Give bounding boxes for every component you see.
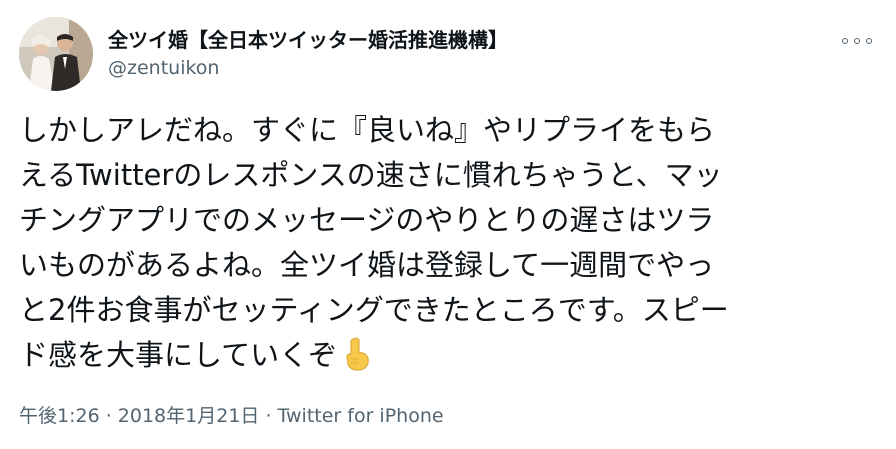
author-handle[interactable]: @zentuikon	[108, 56, 219, 80]
tweet-source[interactable]: Twitter for iPhone	[278, 405, 444, 427]
more-dot	[866, 38, 872, 44]
avatar[interactable]	[19, 17, 93, 91]
tweet-time[interactable]: 午後1:26	[19, 405, 100, 427]
tweet-text-line: チングアプリでのメッセージのやりとりの遅さはツラ	[19, 203, 715, 237]
tweet-text-line: えるTwitterのレスポンスの速さに慣れちゃうと、マッ	[19, 158, 723, 192]
avatar-photo	[19, 17, 93, 91]
tweet-date[interactable]: 2018年1月21日	[118, 405, 260, 427]
meta-separator: ·	[259, 405, 278, 427]
finger-pointing-up-emoji	[341, 337, 371, 384]
tweet-meta: 午後1:26 · 2018年1月21日 · Twitter for iPhone	[19, 403, 444, 429]
tweet-text-line: しかしアレだね。すぐに『良いね』やリプライをもら	[19, 113, 716, 147]
author-display-name[interactable]: 全ツイ婚【全日本ツイッター婚活推進機構】	[108, 27, 508, 53]
more-dot	[842, 38, 848, 44]
more-options-icon[interactable]	[842, 32, 872, 50]
tweet-text-line-last: ド感を大事にしていくぞ	[19, 333, 881, 378]
tweet-text-line: ド感を大事にしていくぞ	[19, 338, 338, 372]
tweet-card: 全ツイ婚【全日本ツイッター婚活推進機構】 @zentuikon しかしアレだね。…	[0, 0, 896, 449]
tweet-text: しかしアレだね。すぐに『良いね』やリプライをもら えるTwitterのレスポンス…	[19, 108, 881, 378]
more-dot	[854, 38, 860, 44]
tweet-text-line: と2件お食事がセッティングできたところです。スピー	[19, 293, 729, 327]
meta-separator: ·	[99, 405, 118, 427]
tweet-text-line: いものがあるよね。全ツイ婚は登録して一週間でやっ	[19, 248, 715, 282]
